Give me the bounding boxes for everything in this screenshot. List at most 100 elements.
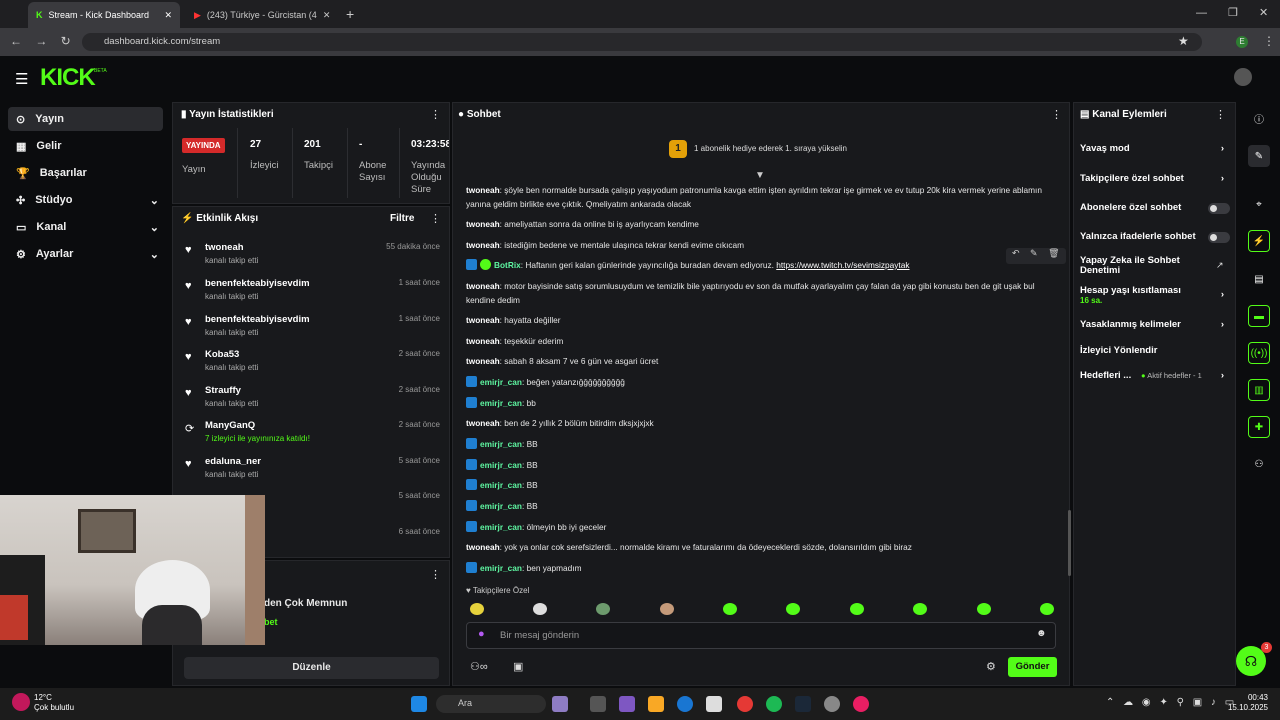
- chat-message[interactable]: twoneah: ameliyattan sonra da online bi …: [466, 217, 1056, 231]
- chrome-icon[interactable]: [737, 696, 753, 712]
- chat-username[interactable]: emirjr_can: [480, 563, 522, 573]
- chat-username[interactable]: emirjr_can: [480, 398, 522, 408]
- chat-message[interactable]: emirjr_can: BB: [466, 437, 1056, 451]
- chat-message[interactable]: twoneah: yok ya onlar cok serefsizlerdi.…: [466, 540, 1056, 554]
- chat-username[interactable]: twoneah: [466, 418, 500, 428]
- chat-username[interactable]: BotRix: [494, 260, 521, 270]
- clock[interactable]: 00:43 15.10.2025: [1224, 693, 1268, 713]
- users-icon[interactable]: ⚇∞: [470, 660, 488, 673]
- chat-username[interactable]: twoneah: [466, 219, 500, 229]
- nav-kanal[interactable]: ▭ Kanal ⌄: [8, 215, 163, 239]
- document-icon[interactable]: ▤: [1248, 268, 1270, 290]
- edit-goal-button[interactable]: Düzenle: [184, 657, 439, 679]
- event-user[interactable]: edaluna_ner: [205, 456, 261, 467]
- chat-message[interactable]: emirjr_can: BB: [466, 478, 1056, 492]
- chat-username[interactable]: emirjr_can: [480, 377, 522, 387]
- subscribers-only-item[interactable]: Abonelere özel sohbet: [1080, 202, 1230, 214]
- url-field[interactable]: dashboard.kick.com/stream: [82, 33, 1202, 51]
- nav-basarilar[interactable]: 🏆 Başarılar: [8, 161, 163, 185]
- chat-settings-icon[interactable]: ⚙: [986, 660, 996, 673]
- chat-menu-icon[interactable]: ⋮: [1051, 108, 1062, 121]
- chat-message[interactable]: twoneah: ben de 2 yıllık 2 bölüm bitirdi…: [466, 416, 1056, 430]
- chat-message[interactable]: emirjr_can: beğen yatanzığğğğğğğğğğ: [466, 375, 1056, 389]
- lightning-icon[interactable]: ⚡: [1248, 230, 1270, 252]
- stats-menu-icon[interactable]: ⋮: [430, 108, 441, 121]
- nav-studyo[interactable]: ✣ Stüdyo ⌄: [8, 188, 163, 212]
- window-controls[interactable]: — ❐ ✕: [1196, 6, 1268, 19]
- focus-icon[interactable]: ⌖: [1248, 193, 1270, 215]
- obs-icon[interactable]: [824, 696, 840, 712]
- filter-button[interactable]: Filtre: [390, 213, 414, 224]
- tab-youtube[interactable]: ▶ (243) Türkiye - Gürcistan (4-1) | ✕: [186, 2, 356, 28]
- chat-message[interactable]: emirjr_can: ölmeyin bb iyi geceler: [466, 520, 1056, 534]
- chat-message[interactable]: emirjr_can: bb: [466, 396, 1056, 410]
- steam-icon[interactable]: [795, 696, 811, 712]
- chat-username[interactable]: twoneah: [466, 336, 500, 346]
- layout-icon[interactable]: ▥: [1248, 379, 1270, 401]
- edit-icon[interactable]: ✎: [1248, 145, 1270, 167]
- banned-words-item[interactable]: Yasaklanmış kelimeler ›: [1080, 319, 1230, 330]
- external-link-icon[interactable]: ↗: [1216, 260, 1224, 271]
- taskbar-search[interactable]: Ara: [436, 695, 546, 713]
- nav-buttons[interactable]: ← → ↻: [10, 34, 71, 48]
- chat-scrollbar[interactable]: [1068, 510, 1071, 576]
- event-user[interactable]: Koba53: [205, 349, 239, 360]
- subs-only-toggle[interactable]: [1208, 203, 1230, 214]
- goal-menu-icon[interactable]: ⋮: [430, 568, 441, 581]
- chat-message[interactable]: twoneah: hayatta değiller: [466, 313, 1056, 327]
- windows-start-icon[interactable]: [411, 696, 427, 712]
- chat-message[interactable]: twoneah: istediğim bedene ve mentale ula…: [466, 238, 1056, 252]
- profile-avatar[interactable]: E: [1236, 36, 1248, 48]
- system-tray[interactable]: ⌃ ☁ ◉ ✦ ⚲ ▣ ♪ ▭: [1106, 697, 1234, 708]
- actions-menu-icon[interactable]: ⋮: [1215, 108, 1226, 121]
- emote-icon[interactable]: [977, 603, 991, 615]
- widgets-icon[interactable]: [552, 696, 568, 712]
- chat-message[interactable]: emirjr_can: BB: [466, 458, 1056, 472]
- chat-icon[interactable]: ▬: [1248, 305, 1270, 327]
- event-user[interactable]: ManyGanQ: [205, 420, 255, 431]
- emote-icon[interactable]: [596, 603, 610, 615]
- chat-link[interactable]: https://www.twitch.tv/sevimsizpaytak: [776, 260, 909, 270]
- emote-icon[interactable]: [1040, 603, 1054, 615]
- account-age-item[interactable]: Hesap yaşı kısıtlaması ›: [1080, 285, 1230, 300]
- slow-mode-item[interactable]: Yavaş mod ›: [1080, 143, 1230, 154]
- chat-username[interactable]: emirjr_can: [480, 522, 522, 532]
- chat-message[interactable]: BotRix: Haftanın geri kalan günlerinde y…: [466, 258, 1056, 272]
- gift-icon[interactable]: ▣: [513, 660, 523, 673]
- info-icon[interactable]: ⓘ: [1248, 107, 1270, 129]
- event-user[interactable]: benenfekteabiyisevdim: [205, 314, 310, 325]
- ai-moderation-item[interactable]: Yapay Zeka ile Sohbet Denetimi: [1080, 256, 1205, 276]
- close-tab-icon[interactable]: ✕: [164, 10, 172, 21]
- file-explorer-icon[interactable]: [648, 696, 664, 712]
- chat-message[interactable]: twoneah: sabah 8 aksam 7 ve 6 gün ve asg…: [466, 354, 1056, 368]
- emoji-icon[interactable]: ☻: [1036, 628, 1047, 639]
- chat-username[interactable]: emirjr_can: [480, 501, 522, 511]
- chat-username[interactable]: twoneah: [466, 356, 500, 366]
- new-tab-icon[interactable]: +: [346, 6, 354, 22]
- send-button[interactable]: Gönder: [1008, 657, 1057, 677]
- message-actions[interactable]: ↶ ✎ 🗑: [1006, 248, 1066, 264]
- activity-menu-icon[interactable]: ⋮: [430, 212, 441, 225]
- close-tab-icon[interactable]: ✕: [323, 10, 331, 21]
- emote-only-item[interactable]: Yalnızca ifadelerle sohbet: [1080, 231, 1230, 243]
- event-user[interactable]: twoneah: [205, 242, 244, 253]
- tab-kick-dashboard[interactable]: K Stream - Kick Dashboard ✕: [28, 2, 180, 28]
- event-user[interactable]: Strauffy: [205, 385, 241, 396]
- bookmark-star-icon[interactable]: ★: [1178, 34, 1189, 48]
- edge-icon[interactable]: [677, 696, 693, 712]
- emote-icon[interactable]: [470, 603, 484, 615]
- emote-icon[interactable]: [850, 603, 864, 615]
- chat-message[interactable]: emirjr_can: BB: [466, 499, 1056, 513]
- chat-message[interactable]: emirjr_can: ben yapmadım: [466, 561, 1056, 575]
- tool-icon[interactable]: ✚: [1248, 416, 1270, 438]
- emote-icon[interactable]: [913, 603, 927, 615]
- menu-dots-icon[interactable]: ⋮: [1263, 34, 1275, 48]
- chat-username[interactable]: emirjr_can: [480, 480, 522, 490]
- app-icon[interactable]: [853, 696, 869, 712]
- chat-username[interactable]: emirjr_can: [480, 460, 522, 470]
- event-user[interactable]: benenfekteabiyisevdim: [205, 278, 310, 289]
- chat-username[interactable]: twoneah: [466, 542, 500, 552]
- users-icon[interactable]: ⚇: [1248, 453, 1270, 475]
- nav-ayarlar[interactable]: ⚙ Ayarlar ⌄: [8, 242, 163, 266]
- copilot-icon[interactable]: [619, 696, 635, 712]
